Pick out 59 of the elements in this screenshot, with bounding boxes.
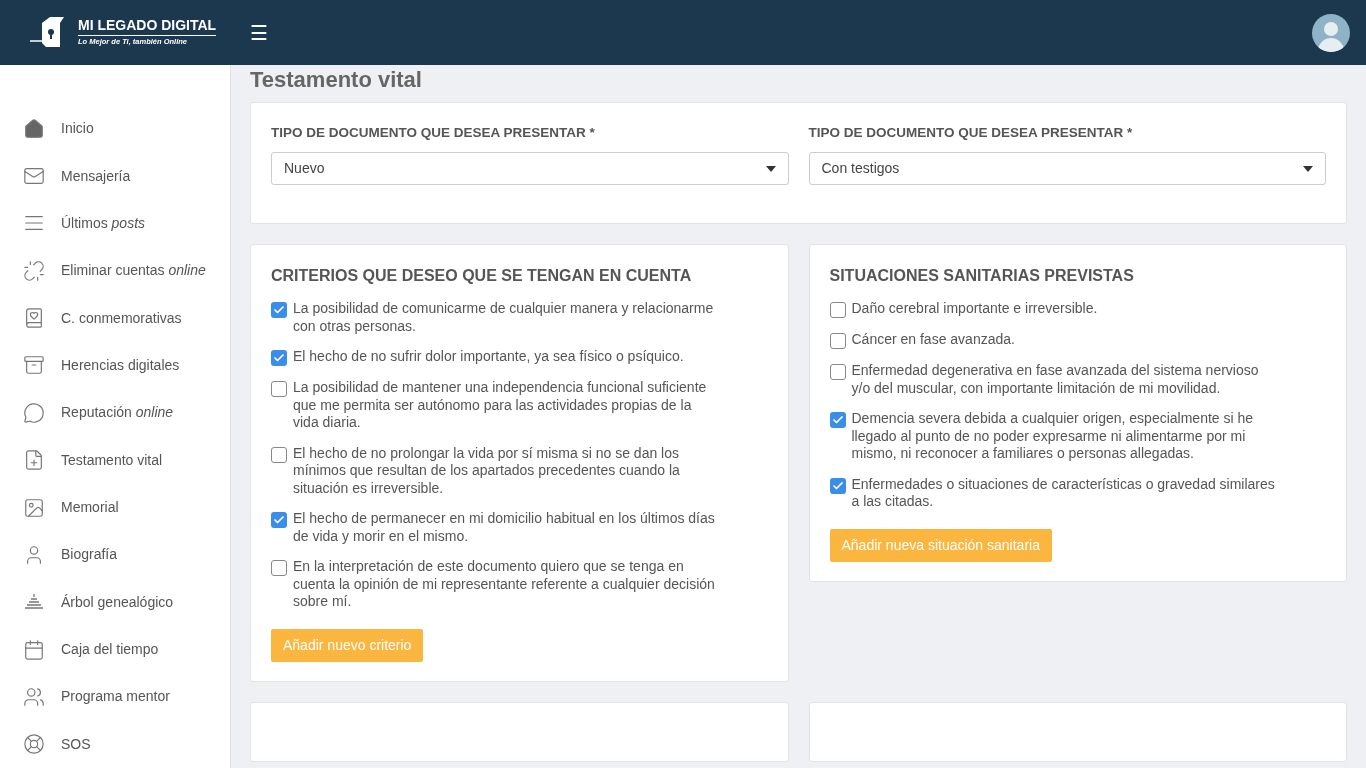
document-type-select[interactable]: Con testigos (808, 152, 1326, 186)
sidebar-item[interactable]: Inicio (23, 105, 230, 153)
checkbox-label: La posibilidad de comunicarme de cualquier manera y relacionarme con otras personas. (293, 300, 715, 336)
checkbox[interactable] (829, 333, 846, 350)
checkbox[interactable] (829, 302, 846, 319)
sidebar-item[interactable]: SOS (23, 720, 230, 768)
caret-icon (1303, 165, 1313, 172)
checkbox[interactable] (829, 364, 846, 381)
menu-button[interactable]: ☰ (250, 22, 268, 43)
checkbox[interactable] (829, 412, 846, 429)
checkbox[interactable] (829, 477, 846, 494)
checkbox-label: Enfermedades o situaciones de características o gravedad similares a las citadas. (851, 475, 1276, 511)
panel-title: CRITERIOS QUE DESEO QUE SE TENGAN EN CUENTA (271, 266, 693, 287)
image-icon (23, 496, 45, 519)
checkbox-label: El hecho de no prolongar la vida por sí misma si no se dan los mínimos que resultan de los apartados precedentes cuando la situación es irreversible. (293, 444, 681, 498)
checkbox-label: El hecho de permanecer en mi domicilio habitual en los últimos días de vida y morir en el mismo. (293, 510, 716, 546)
checkbox-label: Daño cerebral importante e irreversible. (851, 300, 1098, 318)
logo-title: MI LEGADO DIGITAL (78, 17, 217, 36)
sidebar-item[interactable]: Testamento vital (23, 436, 230, 484)
book-heart-icon (23, 307, 45, 330)
checkbox[interactable] (271, 350, 287, 367)
checkbox-label: Enfermedad degenerativa en fase avanzada del sistema nervioso y/o del muscular, con importante limitación de mi movilidad. (851, 362, 1260, 398)
document-type-select[interactable]: Nuevo (271, 152, 789, 186)
sidebar-item[interactable]: Memorial (23, 483, 230, 532)
sidebar-item[interactable]: Reputación online (23, 389, 230, 437)
checkbox[interactable] (271, 302, 287, 319)
sidebar-item[interactable]: Biografía (23, 531, 230, 579)
sidebar-item[interactable]: Eliminar cuentas online (23, 247, 230, 295)
sidebar-item[interactable]: Últimos posts (23, 199, 230, 248)
caret-icon (765, 165, 776, 172)
lifebuoy-icon (23, 733, 45, 756)
sidebar-item[interactable]: Herencias digitales (23, 341, 230, 390)
file-plus-icon (23, 449, 45, 472)
checkbox-label: Cáncer en fase avanzada. (851, 331, 1015, 349)
sidebar-item[interactable]: Mensajería (23, 152, 230, 200)
sidebar-item[interactable]: Caja del tiempo (23, 625, 230, 674)
sidebar-item[interactable]: C. conmemorativas (23, 294, 230, 342)
users-icon (23, 686, 45, 708)
sidebar-item[interactable]: Programa mentor (23, 673, 230, 721)
checkbox-label: El hecho de no sufrir dolor importante, ya sea físico o psíquico. (293, 348, 684, 366)
checkbox-label: En la interpretación de este documento quiero que se tenga en cuenta la opinión de mi representante referente a cualquier decisión sobre mí. (293, 558, 716, 611)
field-label: TIPO DE DOCUMENTO QUE DESEA PRESENTAR * (808, 124, 1134, 142)
archive-box-icon (23, 354, 45, 377)
checkbox[interactable] (271, 381, 287, 398)
home-icon (23, 117, 45, 140)
checkbox[interactable] (271, 560, 287, 577)
checkbox-label: Demencia severa debida a cualquier origen, especialmente si he llegado al punto de no poder expresarme ni alimentarme por mi mismo, ni reconocer a familiares o personas allegadas. (851, 410, 1255, 463)
panel-title: SITUACIONES SANITARIAS PREVISTAS (829, 266, 1135, 287)
broken-link-icon (23, 259, 45, 282)
sidebar-item[interactable]: Árbol genealógico (23, 578, 230, 626)
speech-bubble-icon (23, 401, 45, 424)
field-label: TIPO DE DOCUMENTO QUE DESEA PRESENTAR * (271, 124, 596, 142)
checkbox-label: La posibilidad de mantener una independencia funcional suficiente que me permita ser autónomo para las actividades propias de la vida diaria. (293, 379, 708, 432)
calendar-icon (23, 638, 45, 661)
checkbox[interactable] (271, 446, 287, 463)
avatar[interactable] (1312, 13, 1350, 52)
checkbox[interactable] (271, 512, 287, 529)
check-icon (831, 479, 844, 492)
page-title: Testamento vital (250, 66, 423, 94)
